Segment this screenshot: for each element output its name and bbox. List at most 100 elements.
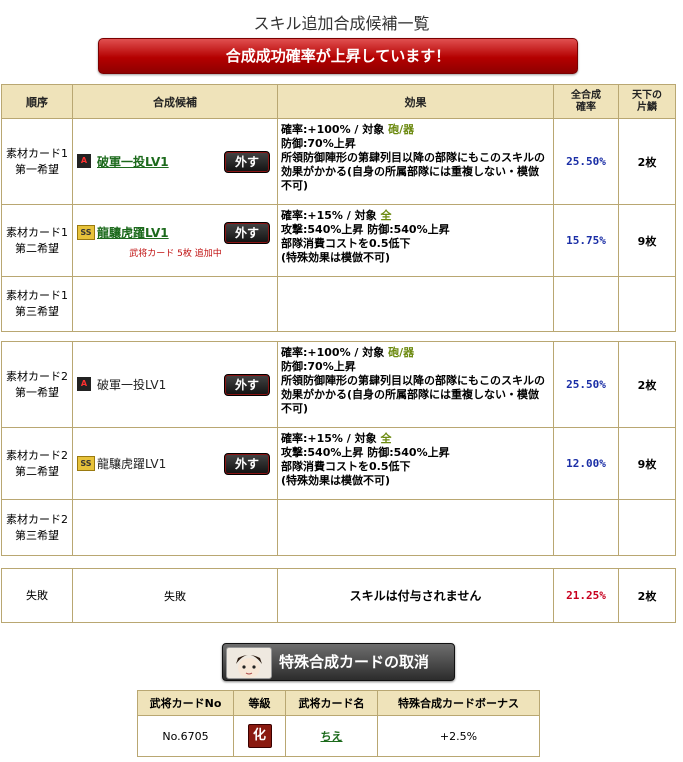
effect-line: 部隊消費コストを0.5低下 bbox=[281, 460, 411, 473]
order-label: 素材カード1 bbox=[6, 225, 68, 239]
effect-cell: 確率:+15% / 対象 全 攻撃:540%上昇 防御:540%上昇 部隊消費コ… bbox=[277, 204, 554, 277]
order-label: 素材カード1 bbox=[6, 146, 68, 160]
effect-line: (特殊効果は模倣不可) bbox=[281, 251, 391, 264]
page-title: スキル追加合成候補一覧 bbox=[253, 14, 430, 33]
cancel-special-card-button[interactable]: 特殊合成カードの取消 bbox=[222, 643, 455, 681]
card-no: No.6705 bbox=[137, 715, 234, 757]
cancel-button-label: 特殊合成カードの取消 bbox=[279, 653, 430, 671]
effect-cell: 確率:+100% / 対象 砲/器 防御:70%上昇 所領防御陣形の第肆列目以降… bbox=[277, 118, 554, 205]
remove-button[interactable]: 外す bbox=[224, 452, 270, 475]
table-row: 素材カード1 第一希望 A 破軍一投LV1 外す 確率:+100% / 対象 砲/… bbox=[1, 118, 676, 205]
card-count-cell: 9枚 bbox=[618, 204, 676, 277]
header-card: 天下の 片鱗 bbox=[618, 84, 676, 119]
order-label: 素材カード2 bbox=[6, 512, 68, 526]
rarity-ss-icon: SS bbox=[77, 455, 95, 471]
card-count-cell: 2枚 bbox=[618, 341, 676, 428]
fail-rate: 21.25% bbox=[553, 568, 619, 623]
effect-line: 攻撃:540%上昇 防御:540%上昇 bbox=[281, 223, 450, 236]
rarity-a-icon: A bbox=[77, 376, 91, 391]
order-rank: 第三希望 bbox=[15, 305, 59, 318]
general-portrait-icon bbox=[226, 647, 272, 679]
effect-chance: 確率:+100% / 対象 bbox=[281, 123, 389, 136]
card-name-link[interactable]: ちえ bbox=[321, 730, 343, 743]
table-row: 素材カード2 第二希望 SS 龍驤虎躍LV1 外す 確率:+15% / 対象 全 … bbox=[1, 427, 676, 500]
bonus-value: +2.5% bbox=[377, 715, 540, 757]
effect-chance: 確率:+15% / 対象 bbox=[281, 432, 381, 445]
header-candidate: 合成候補 bbox=[72, 84, 278, 119]
rarity-ss-icon: SS bbox=[77, 225, 95, 240]
order-cell: 素材カード1 第一希望 bbox=[1, 118, 73, 205]
rate-cell: 12.00% bbox=[553, 427, 619, 500]
fail-effect: スキルは付与されません bbox=[277, 568, 554, 623]
effect-chance: 確率:+100% / 対象 bbox=[281, 346, 389, 359]
order-rank: 第三希望 bbox=[15, 528, 59, 542]
header-rate: 全合成 確率 bbox=[553, 84, 619, 119]
special-card-row: No.6705 化 ちえ +2.5% bbox=[137, 715, 540, 757]
candidate-table-1: 順序 合成候補 効果 全合成 確率 天下の 片鱗 素材カード1 第一希望 A 破軍一投… bbox=[1, 84, 676, 332]
effect-cell: 確率:+100% / 対象 砲/器 防御:70%上昇 所領防御陣形の第肆列目以降… bbox=[277, 341, 554, 428]
remove-button[interactable]: 外す bbox=[224, 373, 270, 396]
table-row: 素材カード2 第三希望 bbox=[1, 499, 676, 556]
added-cards-note: 武将カード 5枚 追加中 bbox=[129, 249, 222, 259]
effect-line: 攻撃:540%上昇 防御:540%上昇 bbox=[281, 446, 450, 459]
remove-button[interactable]: 外す bbox=[224, 150, 270, 173]
card-count-cell bbox=[618, 499, 676, 556]
rarity-a-icon: A bbox=[77, 153, 91, 168]
skill-name: 龍驤虎躍LV1 bbox=[97, 456, 167, 471]
card-count-cell: 2枚 bbox=[618, 118, 676, 205]
success-rate-banner: 合成成功確率が上昇しています！ bbox=[98, 38, 578, 74]
special-card-table: 武将カードNo 等級 武将カード名 特殊合成カードボーナス No.6705 化 … bbox=[137, 690, 540, 757]
effect-cell bbox=[277, 276, 554, 332]
order-label: 素材カード2 bbox=[6, 369, 68, 383]
rate-cell: 15.75% bbox=[553, 204, 619, 277]
effect-line: 所領防御陣形の第肆列目以降の部隊にもこのスキルの効果がかかる(自身の所属部隊には… bbox=[281, 374, 545, 415]
header-effect: 効果 bbox=[277, 84, 554, 119]
fail-order: 失敗 bbox=[1, 568, 73, 623]
effect-line: 防御:70%上昇 bbox=[281, 137, 356, 150]
header-rank: 等級 bbox=[233, 690, 286, 716]
rank-badge-icon: 化 bbox=[247, 724, 272, 748]
candidate-cell: SS 龍驤虎躍LV1 外す bbox=[72, 427, 278, 500]
rate-cell bbox=[553, 499, 619, 556]
effect-target: 砲/器 bbox=[388, 346, 415, 359]
table-row: 素材カード1 第二希望 SS 龍驤虎躍LV1 外す 武将カード 5枚 追加中 確率… bbox=[1, 204, 676, 277]
header-bonus: 特殊合成カードボーナス bbox=[377, 690, 540, 716]
effect-cell bbox=[277, 499, 554, 556]
card-name-cell: ちえ bbox=[285, 715, 378, 757]
rate-cell bbox=[553, 276, 619, 332]
skill-link[interactable]: 龍驤虎躍LV1 bbox=[97, 224, 169, 241]
effect-line: 所領防御陣形の第肆列目以降の部隊にもこのスキルの効果がかかる(自身の所属部隊には… bbox=[281, 151, 545, 192]
table-row: 素材カード1 第三希望 bbox=[1, 276, 676, 332]
table-row: 素材カード2 第一希望 A 破軍一投LV1 外す 確率:+100% / 対象 砲/… bbox=[1, 341, 676, 428]
candidate-cell: SS 龍驤虎躍LV1 外す 武将カード 5枚 追加中 bbox=[72, 204, 278, 277]
effect-target: 全 bbox=[380, 432, 392, 445]
effect-cell: 確率:+15% / 対象 全 攻撃:540%上昇 防御:540%上昇 部隊消費コ… bbox=[277, 427, 554, 500]
candidate-cell: A 破軍一投LV1 外す bbox=[72, 118, 278, 205]
order-rank: 第一希望 bbox=[15, 385, 59, 399]
order-rank: 第二希望 bbox=[15, 241, 59, 255]
card-count-cell bbox=[618, 276, 676, 332]
rank-cell: 化 bbox=[233, 715, 286, 757]
candidate-cell[interactable] bbox=[72, 499, 278, 556]
order-cell: 素材カード1 第二希望 bbox=[1, 204, 73, 277]
effect-chance: 確率:+15% / 対象 bbox=[281, 209, 381, 222]
order-label: 素材カード1 bbox=[6, 289, 68, 302]
header-order: 順序 bbox=[1, 84, 73, 119]
header-card-no: 武将カードNo bbox=[137, 690, 234, 716]
effect-target: 全 bbox=[380, 209, 392, 222]
effect-line: 部隊消費コストを0.5低下 bbox=[281, 237, 411, 250]
order-cell: 素材カード2 第一希望 bbox=[1, 341, 73, 428]
effect-target: 砲/器 bbox=[388, 123, 415, 136]
skill-link[interactable]: 破軍一投LV1 bbox=[97, 153, 169, 170]
order-cell: 素材カード2 第三希望 bbox=[1, 499, 73, 556]
table-row: 失敗 失敗 スキルは付与されません 21.25% 2枚 bbox=[1, 568, 676, 623]
candidate-cell[interactable] bbox=[72, 276, 278, 332]
fail-candidate: 失敗 bbox=[72, 568, 278, 623]
card-count-cell: 9枚 bbox=[618, 427, 676, 500]
order-cell: 素材カード1 第三希望 bbox=[1, 276, 73, 332]
order-rank: 第一希望 bbox=[15, 162, 59, 176]
rate-cell: 25.50% bbox=[553, 341, 619, 428]
effect-line: 防御:70%上昇 bbox=[281, 360, 356, 373]
header-card-name: 武将カード名 bbox=[285, 690, 378, 716]
remove-button[interactable]: 外す bbox=[224, 222, 270, 244]
